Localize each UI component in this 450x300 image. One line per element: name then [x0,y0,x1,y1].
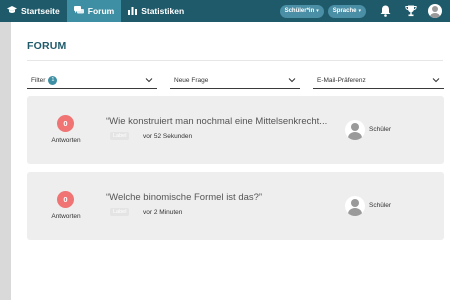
role-selector[interactable]: Schüler*in ▾ [279,4,324,18]
page-title: FORUM [27,40,67,52]
nav-item-statistiken[interactable]: Statistiken [121,0,191,22]
chevron-down-icon: ▾ [358,8,361,14]
filter-count-badge: 1 [48,75,58,85]
email-preference-label: E-Mail-Präferenz [317,76,366,84]
question-title[interactable]: “Welche binomische Formel ist das?” [106,192,356,203]
nav-label-statistiken: Statistiken [141,6,185,16]
question-tag: Label [110,132,130,140]
nav-item-startseite[interactable]: Startseite [0,0,67,22]
chevron-down-icon [432,78,440,83]
left-gutter [0,22,11,300]
answers-label: Antworten [51,137,81,144]
language-label: Sprache [332,8,357,14]
graduation-cap-icon [7,6,17,16]
author-name: Schüler [369,202,392,209]
title-divider [27,60,443,61]
question-tag: Label [110,208,130,216]
avatar-body [348,208,362,216]
avatar-body [430,13,440,18]
author-avatar [345,120,365,140]
author-avatar [345,196,365,216]
answers-count-badge: 0 [57,191,74,208]
new-question-label: Neue Frage [174,76,209,84]
email-preference-dropdown[interactable]: E-Mail-Präferenz [313,72,444,89]
avatar-head [351,199,359,207]
new-question-dropdown[interactable]: Neue Frage [170,72,300,89]
chat-bubbles-icon [73,5,84,17]
nav-label-startseite: Startseite [21,6,60,16]
role-label: Schüler*in [284,8,315,14]
chevron-down-icon [288,78,296,83]
bar-chart-icon [128,6,138,17]
nav-item-forum[interactable]: Forum [66,0,122,22]
chevron-down-icon: ▾ [316,8,319,14]
author-name: Schüler [369,126,392,133]
avatar-head [351,123,359,131]
chevron-down-icon [145,78,153,83]
answers-count-badge: 0 [57,115,74,132]
language-selector[interactable]: Sprache ▾ [327,4,366,18]
question-card[interactable]: 0 Antworten “Welche binomische Formel is… [27,172,444,240]
trophy-icon[interactable] [400,0,422,22]
nav-label-forum: Forum [87,6,115,16]
question-title[interactable]: “Wie konstruiert man nochmal eine Mittel… [106,116,356,127]
bell-icon[interactable] [374,0,396,22]
avatar-head [432,6,438,12]
question-time: vor 2 Minuten [143,209,183,216]
filter-dropdown[interactable]: Filter 1 [27,72,157,89]
question-card[interactable]: 0 Antworten “Wie konstruiert man nochmal… [27,96,444,164]
top-navigation-bar: Startseite Forum Statistiken Schüler*in … [0,0,450,22]
user-avatar-icon[interactable] [428,4,442,18]
answers-label: Antworten [51,213,81,220]
filter-label: Filter [31,76,46,84]
question-time: vor 52 Sekunden [143,133,193,140]
avatar-body [348,132,362,140]
